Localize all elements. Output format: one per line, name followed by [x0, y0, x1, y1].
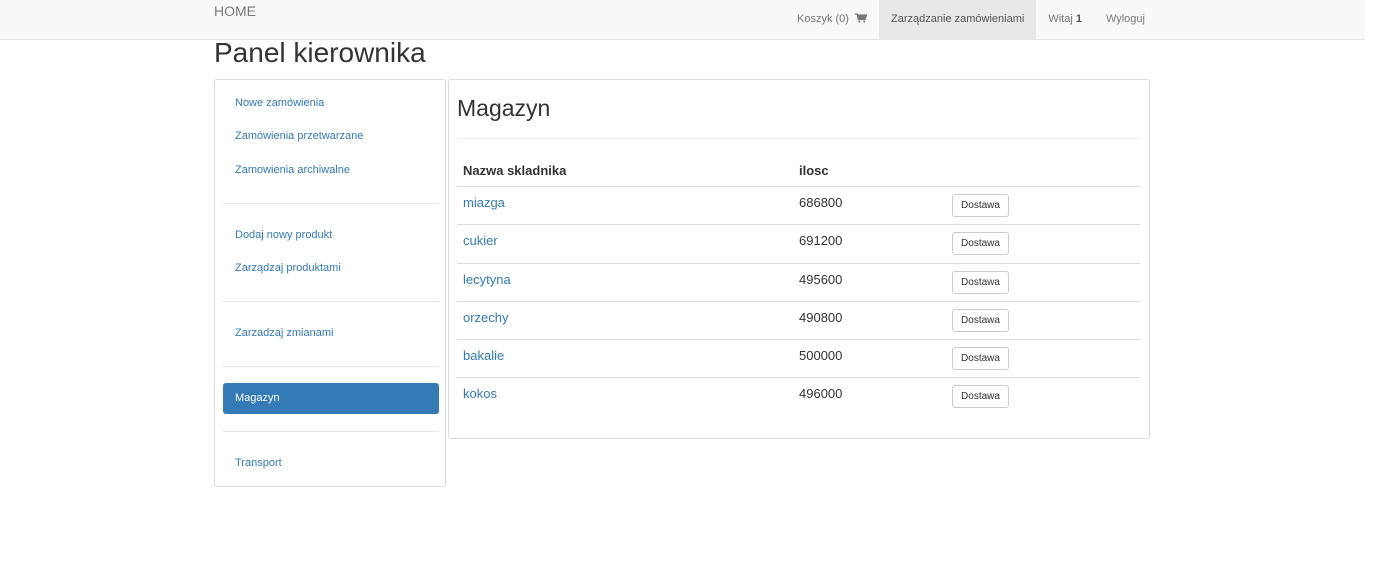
top-navbar: HOME Koszyk (0) Zarządzanie zamówieniami…	[0, 0, 1365, 40]
user-greeting[interactable]: Witaj 1	[1036, 0, 1094, 39]
table-row: orzechy 490800 Dostawa	[457, 301, 1140, 340]
panel-title: Magazyn	[457, 95, 551, 121]
delivery-button[interactable]: Dostawa	[952, 347, 1009, 370]
ingredient-name-link[interactable]: miazga	[463, 195, 505, 210]
sidebar-item-add-product[interactable]: Dodaj nowy produkt	[223, 220, 439, 251]
navbar-right-menu: Koszyk (0) Zarządzanie zamówieniami Wita…	[785, 0, 1157, 39]
table-row: cukier 691200 Dostawa	[457, 224, 1140, 263]
greeting-label: Witaj	[1048, 13, 1073, 25]
column-header-quantity: ilosc	[799, 163, 829, 178]
sidebar: Nowe zamówienia Zamówienia przetwarzane …	[214, 79, 446, 487]
ingredient-name-link[interactable]: bakalie	[463, 348, 504, 363]
ingredient-quantity: 496000	[799, 386, 843, 401]
manage-orders-link[interactable]: Zarządzanie zamówieniami	[879, 0, 1037, 39]
delivery-button[interactable]: Dostawa	[952, 232, 1009, 255]
table-row: kokos 496000 Dostawa	[457, 377, 1140, 416]
table-row: miazga 686800 Dostawa	[457, 186, 1140, 225]
shopping-cart-icon	[855, 13, 868, 23]
panel-divider	[457, 138, 1140, 139]
sidebar-divider	[223, 301, 439, 302]
delivery-button[interactable]: Dostawa	[952, 271, 1009, 294]
ingredient-name-link[interactable]: cukier	[463, 233, 498, 248]
sidebar-item-manage-shifts[interactable]: Zarzadzaj zmianami	[223, 318, 439, 349]
sidebar-divider	[223, 203, 439, 204]
ingredient-quantity: 686800	[799, 195, 843, 210]
sidebar-item-transport[interactable]: Transport	[223, 448, 439, 479]
cart-link[interactable]: Koszyk (0)	[785, 0, 879, 39]
sidebar-divider	[223, 366, 439, 367]
ingredient-quantity: 490800	[799, 310, 843, 325]
home-link[interactable]: HOME	[214, 3, 256, 19]
user-name: 1	[1075, 13, 1082, 25]
sidebar-item-archived-orders[interactable]: Zamowienia archiwalne	[223, 155, 439, 186]
cart-label: Koszyk (0)	[797, 13, 849, 25]
delivery-button[interactable]: Dostawa	[952, 309, 1009, 332]
delivery-button[interactable]: Dostawa	[952, 194, 1009, 217]
sidebar-item-warehouse[interactable]: Magazyn	[223, 383, 439, 414]
sidebar-item-manage-products[interactable]: Zarządzaj produktami	[223, 253, 439, 284]
column-header-ingredient: Nazwa skladnika	[463, 163, 567, 178]
page-title: Panel kierownika	[214, 37, 426, 68]
ingredient-quantity: 495600	[799, 272, 843, 287]
sidebar-item-new-orders[interactable]: Nowe zamówienia	[223, 88, 439, 119]
sidebar-divider	[223, 431, 439, 432]
table-row: lecytyna 495600 Dostawa	[457, 263, 1140, 302]
ingredient-name-link[interactable]: lecytyna	[463, 272, 511, 287]
table-row: bakalie 500000 Dostawa	[457, 339, 1140, 378]
logout-link[interactable]: Wyloguj	[1094, 0, 1157, 39]
sidebar-item-processing-orders[interactable]: Zamówienia przetwarzane	[223, 121, 439, 152]
warehouse-panel: Magazyn Nazwa skladnika ilosc miazga 686…	[448, 79, 1150, 439]
ingredient-name-link[interactable]: orzechy	[463, 310, 509, 325]
delivery-button[interactable]: Dostawa	[952, 385, 1009, 408]
ingredient-quantity: 691200	[799, 233, 843, 248]
ingredient-quantity: 500000	[799, 348, 843, 363]
ingredient-name-link[interactable]: kokos	[463, 386, 497, 401]
